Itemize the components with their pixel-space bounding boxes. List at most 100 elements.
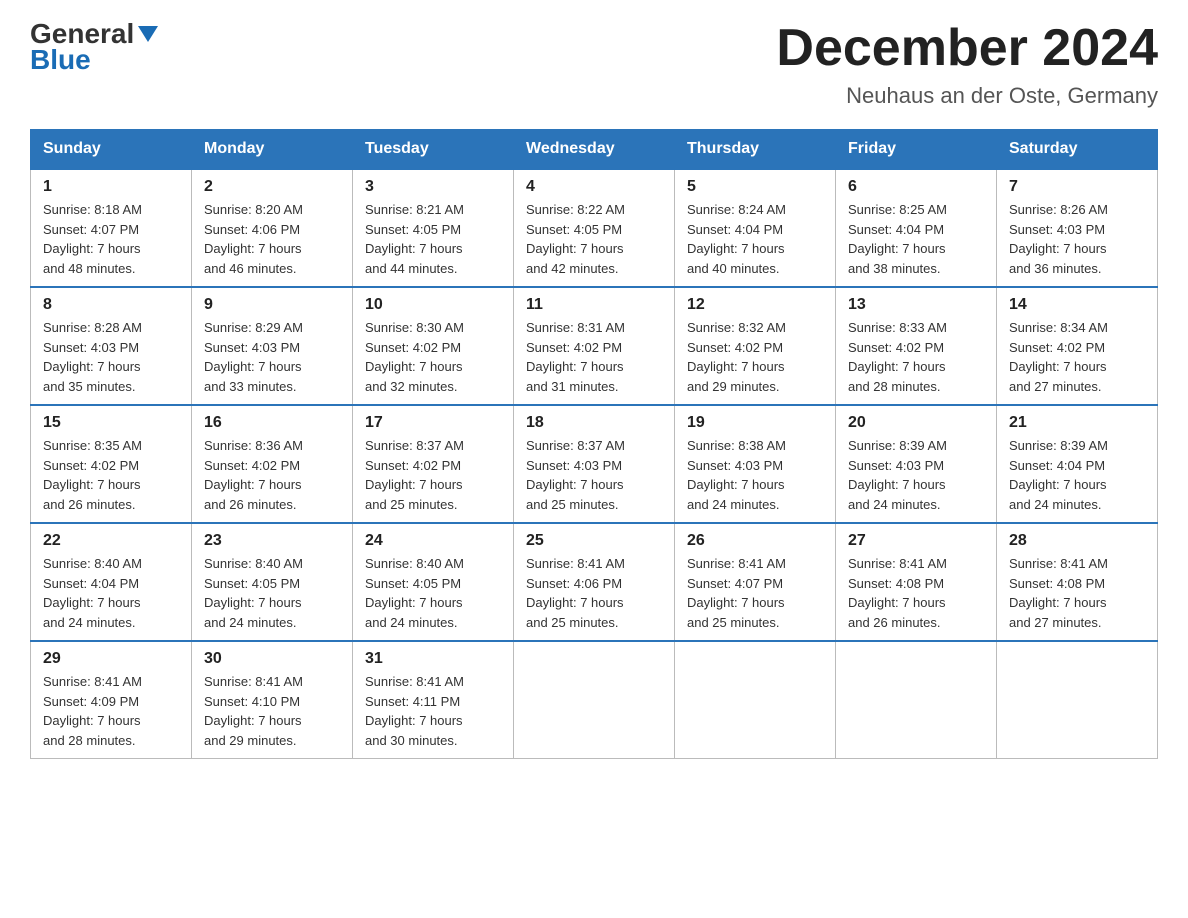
- day-number: 16: [204, 414, 340, 432]
- day-number: 26: [687, 532, 823, 550]
- calendar-cell: 8 Sunrise: 8:28 AM Sunset: 4:03 PM Dayli…: [31, 287, 192, 405]
- day-number: 27: [848, 532, 984, 550]
- calendar-cell: 28 Sunrise: 8:41 AM Sunset: 4:08 PM Dayl…: [997, 523, 1158, 641]
- calendar-cell: 21 Sunrise: 8:39 AM Sunset: 4:04 PM Dayl…: [997, 405, 1158, 523]
- day-number: 3: [365, 178, 501, 196]
- day-info: Sunrise: 8:24 AM Sunset: 4:04 PM Dayligh…: [687, 200, 823, 278]
- title-area: December 2024 Neuhaus an der Oste, Germa…: [776, 20, 1158, 109]
- week-row-4: 22 Sunrise: 8:40 AM Sunset: 4:04 PM Dayl…: [31, 523, 1158, 641]
- day-info: Sunrise: 8:37 AM Sunset: 4:03 PM Dayligh…: [526, 436, 662, 514]
- day-number: 7: [1009, 178, 1145, 196]
- day-number: 30: [204, 650, 340, 668]
- logo-blue-text: Blue: [30, 46, 91, 74]
- day-number: 19: [687, 414, 823, 432]
- calendar-cell: [997, 641, 1158, 759]
- calendar-table: SundayMondayTuesdayWednesdayThursdayFrid…: [30, 129, 1158, 759]
- day-info: Sunrise: 8:33 AM Sunset: 4:02 PM Dayligh…: [848, 318, 984, 396]
- calendar-cell: [836, 641, 997, 759]
- day-info: Sunrise: 8:41 AM Sunset: 4:06 PM Dayligh…: [526, 554, 662, 632]
- calendar-cell: 6 Sunrise: 8:25 AM Sunset: 4:04 PM Dayli…: [836, 169, 997, 287]
- day-number: 15: [43, 414, 179, 432]
- day-number: 4: [526, 178, 662, 196]
- week-row-2: 8 Sunrise: 8:28 AM Sunset: 4:03 PM Dayli…: [31, 287, 1158, 405]
- day-info: Sunrise: 8:37 AM Sunset: 4:02 PM Dayligh…: [365, 436, 501, 514]
- calendar-cell: 2 Sunrise: 8:20 AM Sunset: 4:06 PM Dayli…: [192, 169, 353, 287]
- week-row-3: 15 Sunrise: 8:35 AM Sunset: 4:02 PM Dayl…: [31, 405, 1158, 523]
- calendar-cell: 18 Sunrise: 8:37 AM Sunset: 4:03 PM Dayl…: [514, 405, 675, 523]
- calendar-cell: 29 Sunrise: 8:41 AM Sunset: 4:09 PM Dayl…: [31, 641, 192, 759]
- day-info: Sunrise: 8:41 AM Sunset: 4:08 PM Dayligh…: [1009, 554, 1145, 632]
- calendar-cell: 5 Sunrise: 8:24 AM Sunset: 4:04 PM Dayli…: [675, 169, 836, 287]
- weekday-header-sunday: Sunday: [31, 130, 192, 170]
- day-number: 9: [204, 296, 340, 314]
- day-info: Sunrise: 8:26 AM Sunset: 4:03 PM Dayligh…: [1009, 200, 1145, 278]
- calendar-cell: 26 Sunrise: 8:41 AM Sunset: 4:07 PM Dayl…: [675, 523, 836, 641]
- day-info: Sunrise: 8:39 AM Sunset: 4:03 PM Dayligh…: [848, 436, 984, 514]
- calendar-cell: 22 Sunrise: 8:40 AM Sunset: 4:04 PM Dayl…: [31, 523, 192, 641]
- day-info: Sunrise: 8:31 AM Sunset: 4:02 PM Dayligh…: [526, 318, 662, 396]
- calendar-cell: 14 Sunrise: 8:34 AM Sunset: 4:02 PM Dayl…: [997, 287, 1158, 405]
- calendar-cell: 15 Sunrise: 8:35 AM Sunset: 4:02 PM Dayl…: [31, 405, 192, 523]
- weekday-header-saturday: Saturday: [997, 130, 1158, 170]
- weekday-header-tuesday: Tuesday: [353, 130, 514, 170]
- day-number: 21: [1009, 414, 1145, 432]
- header: General Blue December 2024 Neuhaus an de…: [30, 20, 1158, 109]
- calendar-cell: 20 Sunrise: 8:39 AM Sunset: 4:03 PM Dayl…: [836, 405, 997, 523]
- day-info: Sunrise: 8:22 AM Sunset: 4:05 PM Dayligh…: [526, 200, 662, 278]
- calendar-cell: 7 Sunrise: 8:26 AM Sunset: 4:03 PM Dayli…: [997, 169, 1158, 287]
- calendar-cell: 17 Sunrise: 8:37 AM Sunset: 4:02 PM Dayl…: [353, 405, 514, 523]
- calendar-cell: 11 Sunrise: 8:31 AM Sunset: 4:02 PM Dayl…: [514, 287, 675, 405]
- calendar-cell: 13 Sunrise: 8:33 AM Sunset: 4:02 PM Dayl…: [836, 287, 997, 405]
- day-number: 25: [526, 532, 662, 550]
- day-number: 29: [43, 650, 179, 668]
- day-number: 13: [848, 296, 984, 314]
- day-info: Sunrise: 8:40 AM Sunset: 4:04 PM Dayligh…: [43, 554, 179, 632]
- day-number: 22: [43, 532, 179, 550]
- day-number: 6: [848, 178, 984, 196]
- day-info: Sunrise: 8:41 AM Sunset: 4:10 PM Dayligh…: [204, 672, 340, 750]
- day-number: 31: [365, 650, 501, 668]
- weekday-header-monday: Monday: [192, 130, 353, 170]
- location-subtitle: Neuhaus an der Oste, Germany: [776, 83, 1158, 109]
- day-info: Sunrise: 8:32 AM Sunset: 4:02 PM Dayligh…: [687, 318, 823, 396]
- calendar-cell: [675, 641, 836, 759]
- calendar-cell: 12 Sunrise: 8:32 AM Sunset: 4:02 PM Dayl…: [675, 287, 836, 405]
- day-number: 24: [365, 532, 501, 550]
- day-info: Sunrise: 8:36 AM Sunset: 4:02 PM Dayligh…: [204, 436, 340, 514]
- logo-triangle-icon: [138, 26, 158, 42]
- day-number: 14: [1009, 296, 1145, 314]
- day-number: 12: [687, 296, 823, 314]
- weekday-header-friday: Friday: [836, 130, 997, 170]
- weekday-header-thursday: Thursday: [675, 130, 836, 170]
- calendar-cell: 4 Sunrise: 8:22 AM Sunset: 4:05 PM Dayli…: [514, 169, 675, 287]
- day-number: 8: [43, 296, 179, 314]
- day-number: 1: [43, 178, 179, 196]
- logo: General Blue: [30, 20, 158, 74]
- day-info: Sunrise: 8:28 AM Sunset: 4:03 PM Dayligh…: [43, 318, 179, 396]
- weekday-header-row: SundayMondayTuesdayWednesdayThursdayFrid…: [31, 130, 1158, 170]
- day-number: 23: [204, 532, 340, 550]
- calendar-cell: 25 Sunrise: 8:41 AM Sunset: 4:06 PM Dayl…: [514, 523, 675, 641]
- day-info: Sunrise: 8:41 AM Sunset: 4:07 PM Dayligh…: [687, 554, 823, 632]
- day-number: 17: [365, 414, 501, 432]
- day-info: Sunrise: 8:21 AM Sunset: 4:05 PM Dayligh…: [365, 200, 501, 278]
- calendar-cell: 16 Sunrise: 8:36 AM Sunset: 4:02 PM Dayl…: [192, 405, 353, 523]
- day-number: 10: [365, 296, 501, 314]
- week-row-1: 1 Sunrise: 8:18 AM Sunset: 4:07 PM Dayli…: [31, 169, 1158, 287]
- day-info: Sunrise: 8:34 AM Sunset: 4:02 PM Dayligh…: [1009, 318, 1145, 396]
- day-info: Sunrise: 8:38 AM Sunset: 4:03 PM Dayligh…: [687, 436, 823, 514]
- calendar-cell: 23 Sunrise: 8:40 AM Sunset: 4:05 PM Dayl…: [192, 523, 353, 641]
- day-info: Sunrise: 8:40 AM Sunset: 4:05 PM Dayligh…: [365, 554, 501, 632]
- calendar-cell: 10 Sunrise: 8:30 AM Sunset: 4:02 PM Dayl…: [353, 287, 514, 405]
- day-info: Sunrise: 8:25 AM Sunset: 4:04 PM Dayligh…: [848, 200, 984, 278]
- week-row-5: 29 Sunrise: 8:41 AM Sunset: 4:09 PM Dayl…: [31, 641, 1158, 759]
- calendar-cell: 9 Sunrise: 8:29 AM Sunset: 4:03 PM Dayli…: [192, 287, 353, 405]
- day-info: Sunrise: 8:41 AM Sunset: 4:11 PM Dayligh…: [365, 672, 501, 750]
- day-info: Sunrise: 8:30 AM Sunset: 4:02 PM Dayligh…: [365, 318, 501, 396]
- calendar-cell: 31 Sunrise: 8:41 AM Sunset: 4:11 PM Dayl…: [353, 641, 514, 759]
- calendar-cell: 30 Sunrise: 8:41 AM Sunset: 4:10 PM Dayl…: [192, 641, 353, 759]
- day-number: 18: [526, 414, 662, 432]
- day-number: 11: [526, 296, 662, 314]
- day-number: 20: [848, 414, 984, 432]
- calendar-cell: 24 Sunrise: 8:40 AM Sunset: 4:05 PM Dayl…: [353, 523, 514, 641]
